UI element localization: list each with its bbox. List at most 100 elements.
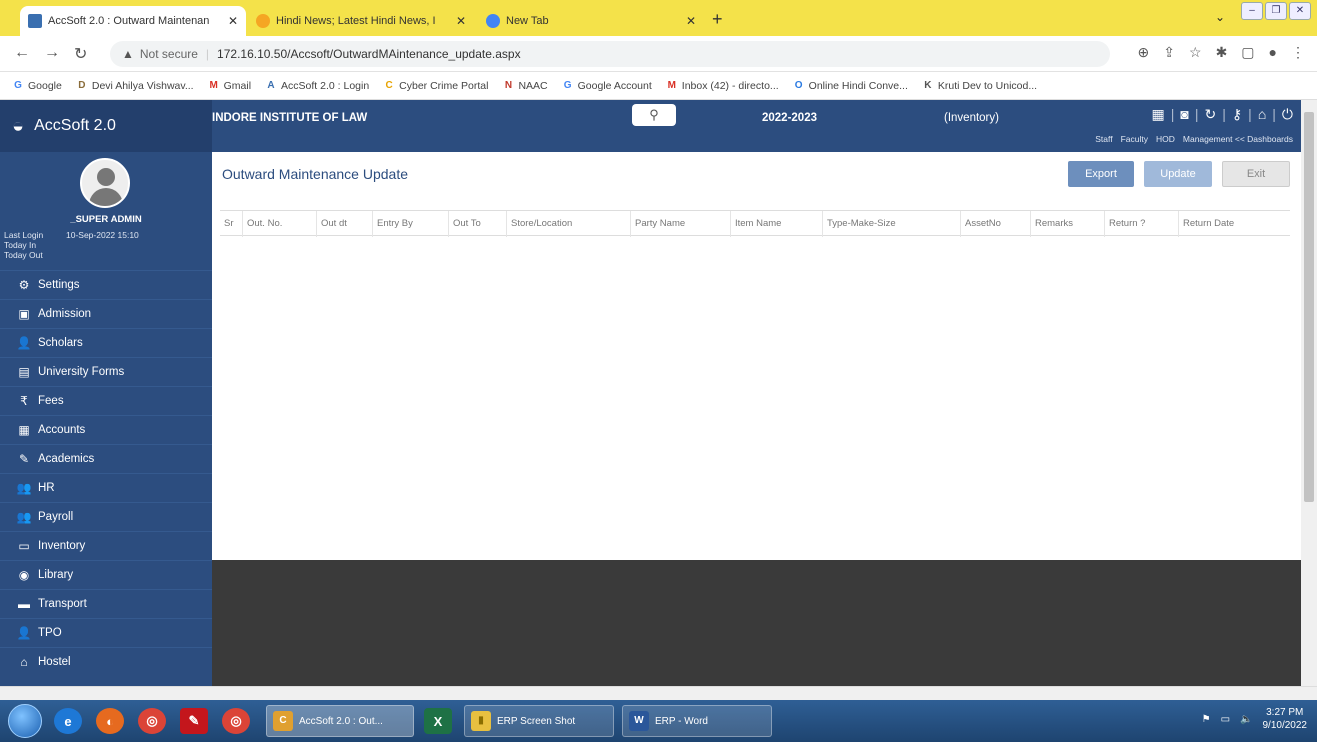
sidebar-item-label: Library <box>38 569 74 581</box>
close-icon[interactable]: ✕ <box>228 14 238 28</box>
acrobat-icon[interactable]: ✎ <box>180 708 208 734</box>
column-header[interactable]: Remarks <box>1030 211 1073 237</box>
key-icon[interactable]: ⚷ <box>1232 106 1242 123</box>
reload-icon[interactable]: ↻ <box>74 44 87 64</box>
new-tab-button[interactable]: + <box>712 9 723 30</box>
zoom-icon[interactable]: ⊕ <box>1138 44 1150 61</box>
link-staff[interactable]: Staff <box>1095 134 1112 144</box>
taskbar-item-accsoft[interactable]: C AccSoft 2.0 : Out... <box>266 705 414 737</box>
sidebar-item-hr[interactable]: 👥 HR <box>0 473 212 502</box>
chrome-icon[interactable]: ◎ <box>138 708 166 734</box>
warning-icon[interactable]: ▲ <box>122 47 134 61</box>
start-button[interactable] <box>8 704 42 738</box>
sidebar-item-payroll[interactable]: 👥 Payroll <box>0 502 212 531</box>
close-window-icon[interactable]: ✕ <box>1289 2 1311 20</box>
bookmark-cyber-crime[interactable]: C Cyber Crime Portal <box>383 80 489 92</box>
exit-button[interactable]: Exit <box>1222 161 1290 187</box>
close-icon[interactable]: ✕ <box>456 14 466 28</box>
brand[interactable]: ◒ AccSoft 2.0 <box>0 100 212 152</box>
column-header[interactable]: Return Date <box>1178 211 1234 237</box>
sidebar-item-admission[interactable]: ▣ Admission <box>0 299 212 328</box>
tab-label: Hindi News; Latest Hindi News, I <box>276 15 436 27</box>
tab-search-icon[interactable]: ⌄ <box>1215 10 1225 24</box>
bookmark-inbox[interactable]: M Inbox (42) - directo... <box>666 80 779 92</box>
back-icon[interactable]: ← <box>14 44 30 62</box>
horizontal-scrollbar[interactable] <box>0 686 1317 700</box>
minimize-icon[interactable]: – <box>1241 2 1263 20</box>
scrollbar-thumb[interactable] <box>1304 112 1314 502</box>
menu-icon[interactable]: ⋮ <box>1291 44 1305 61</box>
bookmark-naac[interactable]: N NAAC <box>502 80 548 92</box>
maximize-icon[interactable]: ❐ <box>1265 2 1287 20</box>
column-header[interactable]: AssetNo <box>960 211 1001 237</box>
column-header[interactable]: Party Name <box>630 211 685 237</box>
network-icon[interactable]: ▭ <box>1221 714 1230 725</box>
sidebar-item-inventory[interactable]: ▭ Inventory <box>0 531 212 560</box>
extensions-icon[interactable]: ✱ <box>1216 44 1228 61</box>
export-button[interactable]: Export <box>1068 161 1134 187</box>
link-management-dashboards[interactable]: Management << Dashboards <box>1183 134 1293 144</box>
sidebar-item-scholars[interactable]: 👤 Scholars <box>0 328 212 357</box>
share-icon[interactable]: ⇪ <box>1163 44 1175 61</box>
bookmark-accsoft[interactable]: A AccSoft 2.0 : Login <box>265 80 369 92</box>
column-header[interactable]: Item Name <box>730 211 781 237</box>
vertical-scrollbar[interactable] <box>1301 100 1317 686</box>
link-faculty[interactable]: Faculty <box>1121 134 1148 144</box>
monitor-icon[interactable]: ◙ <box>1180 106 1188 123</box>
ie-icon[interactable]: e <box>54 708 82 734</box>
calendar-icon[interactable]: ▦ <box>1152 106 1165 123</box>
clock[interactable]: 3:27 PM 9/10/2022 <box>1263 706 1308 732</box>
column-header[interactable]: Sr <box>220 211 234 237</box>
chrome-canary-icon[interactable]: ◎ <box>222 708 250 734</box>
tab-hindi-news[interactable]: Hindi News; Latest Hindi News, I ✕ <box>248 6 474 36</box>
sidebar-item-tpo[interactable]: 👤 TPO <box>0 618 212 647</box>
url-field[interactable]: ▲ Not secure | 172.16.10.50/Accsoft/Outw… <box>110 41 1110 67</box>
firefox-icon[interactable]: ◐ <box>96 708 124 734</box>
star-icon[interactable]: ☆ <box>1189 44 1202 61</box>
sidebar-item-library[interactable]: ◉ Library <box>0 560 212 589</box>
profile-avatar[interactable]: ● <box>1269 44 1277 61</box>
column-header[interactable]: Out To <box>448 211 481 237</box>
bookmark-kruti-dev[interactable]: K Kruti Dev to Unicod... <box>922 80 1037 92</box>
column-header[interactable]: Entry By <box>372 211 413 237</box>
volume-icon[interactable]: 🔈 <box>1240 714 1252 725</box>
sidebar-item-academics[interactable]: ✎ Academics <box>0 444 212 473</box>
inventory-icon: ▭ <box>18 539 30 553</box>
column-header[interactable]: Store/Location <box>506 211 572 237</box>
sidebar-item-accounts[interactable]: ▦ Accounts <box>0 415 212 444</box>
column-header[interactable]: Out dt <box>316 211 347 237</box>
excel-icon[interactable]: X <box>424 708 452 734</box>
home-icon: ⌂ <box>20 655 28 669</box>
sidebar-item-hostel[interactable]: ⌂ Hostel <box>0 647 212 676</box>
sidebar-item-fees[interactable]: ₹ Fees <box>0 386 212 415</box>
close-icon[interactable]: ✕ <box>686 14 696 28</box>
update-button[interactable]: Update <box>1144 161 1212 187</box>
tab-accsoft[interactable]: AccSoft 2.0 : Outward Maintenan ✕ <box>20 6 246 36</box>
power-icon[interactable]: ⏻ <box>1282 106 1293 123</box>
bookmark-google[interactable]: G Google <box>12 80 62 92</box>
bus-icon: ▬ <box>18 597 30 611</box>
sidebar-item-label: Settings <box>38 279 80 291</box>
sidebar-item-transport[interactable]: ▬ Transport <box>0 589 212 618</box>
library-icon: ◉ <box>18 568 30 582</box>
flag-icon[interactable]: ⚑ <box>1202 714 1211 725</box>
forward-icon[interactable]: → <box>44 44 60 62</box>
home-icon[interactable]: ⌂ <box>1258 106 1266 123</box>
link-hod[interactable]: HOD <box>1156 134 1175 144</box>
column-header[interactable]: Out. No. <box>242 211 282 237</box>
search-icon[interactable]: ⚲ <box>632 104 676 126</box>
taskbar-item-erp-word[interactable]: W ERP - Word <box>622 705 772 737</box>
column-header[interactable]: Type-Make-Size <box>822 211 896 237</box>
bookmark-gmail[interactable]: M Gmail <box>208 80 251 92</box>
refresh-icon[interactable]: ↻ <box>1205 106 1217 123</box>
taskbar-item-erp-screenshot[interactable]: ▮ ERP Screen Shot <box>464 705 614 737</box>
bookmark-hindi-converter[interactable]: O Online Hindi Conve... <box>793 80 908 92</box>
bookmark-google-account[interactable]: G Google Account <box>562 80 652 92</box>
bookmark-davv[interactable]: D Devi Ahilya Vishwav... <box>76 80 193 92</box>
column-header[interactable]: Return ? <box>1104 211 1145 237</box>
tab-new-tab[interactable]: New Tab ✕ <box>478 6 704 36</box>
sidepanel-icon[interactable]: ▢ <box>1241 44 1254 61</box>
sidebar-item-university-forms[interactable]: ▤ University Forms <box>0 357 212 386</box>
sidebar-item-settings[interactable]: ⚙ Settings <box>0 270 212 299</box>
address-bar: ← → ↻ ▲ Not secure | 172.16.10.50/Accsof… <box>0 36 1317 72</box>
